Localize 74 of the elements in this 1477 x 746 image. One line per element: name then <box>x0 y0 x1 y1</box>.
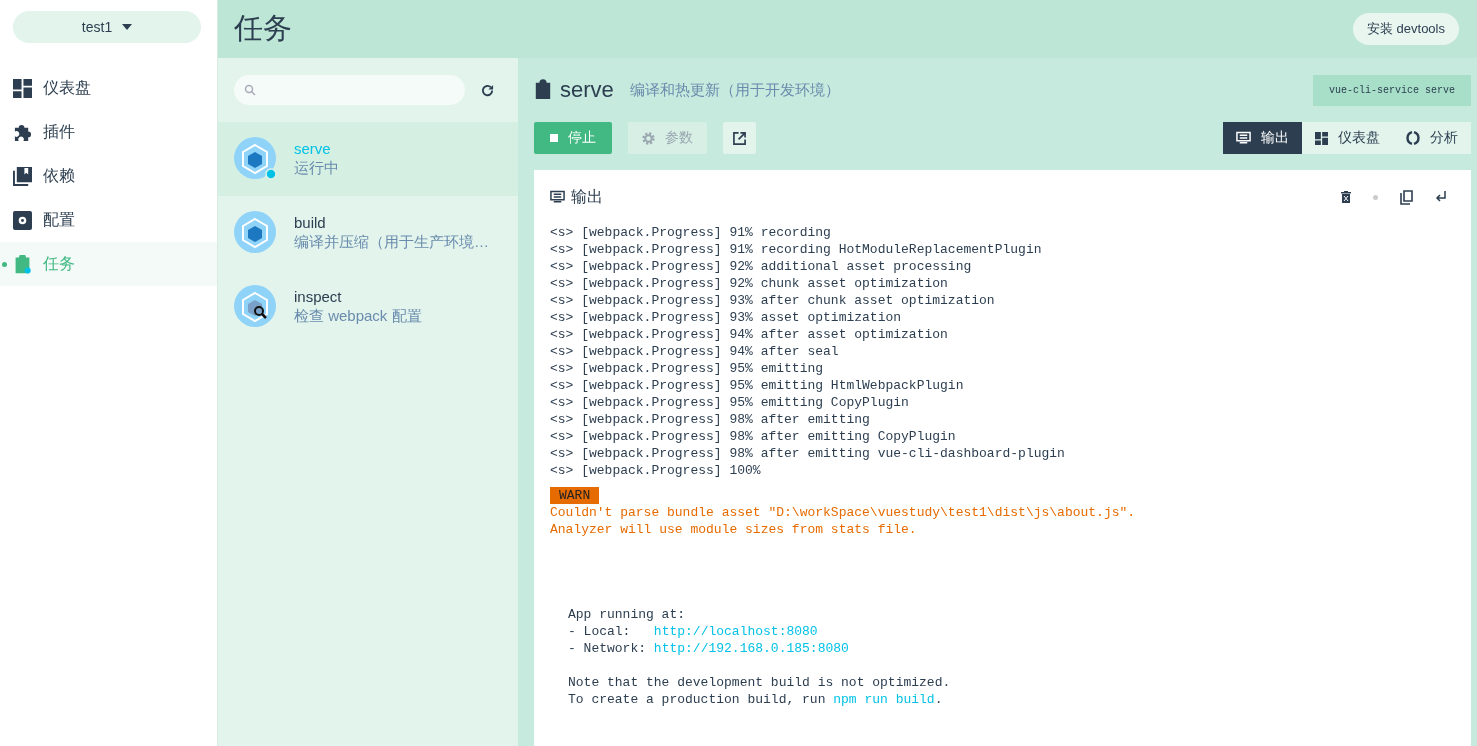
log-line: <s> [webpack.Progress] 91% recording HotModuleReplacementPlugin <box>550 241 1043 258</box>
nav-item[interactable]: 仪表盘 <box>0 66 217 110</box>
log-line: <s> [webpack.Progress] 100% <box>550 462 762 479</box>
enter-icon[interactable] <box>1435 191 1447 203</box>
task-title: serve <box>560 77 614 103</box>
external-link-icon <box>733 131 746 145</box>
search-icon <box>244 84 256 96</box>
log-line: <s> [webpack.Progress] 95% emitting <box>550 360 825 377</box>
log-line: <s> [webpack.Progress] 92% chunk asset optimization <box>550 275 949 292</box>
log-line: <s> [webpack.Progress] 92% additional asset processing <box>550 258 973 275</box>
cube-magnifier-icon <box>234 285 278 329</box>
task-name: inspect <box>294 288 343 305</box>
log-text: - Local: <box>568 624 632 639</box>
log-line: <s> [webpack.Progress] 95% emitting CopyPlugin <box>550 394 910 411</box>
warning-line: Couldn't parse bundle asset "D:\workSpace\vuestudy\test1\dist\js\about.js". <box>550 504 1137 521</box>
log-line: <s> [webpack.Progress] 94% after asset optimization <box>550 326 949 343</box>
caret-icon <box>122 24 133 30</box>
warn-badge: WARN <box>550 487 600 504</box>
search-field[interactable] <box>234 75 465 105</box>
task-description: 编译和热更新（用于开发环境） <box>629 80 840 100</box>
log-line: <s> [webpack.Progress] 98% after emitting <box>550 411 871 428</box>
nav-label: 插件 <box>43 121 75 142</box>
log-text: App running at: <box>568 607 686 622</box>
ring-icon <box>1406 131 1420 145</box>
cube-icon <box>234 137 278 181</box>
view-tab[interactable]: 分析 <box>1393 122 1471 154</box>
view-tab[interactable]: 仪表盘 <box>1302 122 1393 154</box>
task-item[interactable]: inspect 检查 webpack 配置 <box>218 270 518 344</box>
task-item[interactable]: build 编译并压缩（用于生产环境… <box>218 196 518 270</box>
log-text: To create a production build, run <box>568 692 827 707</box>
clipboard-icon <box>534 79 552 101</box>
log-line: <s> [webpack.Progress] 95% emitting HtmlWebpackPlugin <box>550 377 965 394</box>
log-text: - Network: <box>568 641 647 656</box>
nav-item[interactable]: 插件 <box>0 110 217 154</box>
nav-label: 依赖 <box>43 165 75 186</box>
nav-label: 配置 <box>43 209 75 230</box>
task-name: serve <box>294 140 332 157</box>
monitor-icon <box>550 190 565 204</box>
log-line: <s> [webpack.Progress] 98% after emitting vue-cli-dashboard-plugin <box>550 445 1066 462</box>
warning-line: Analyzer will use module sizes from stats file. <box>550 521 918 538</box>
task-description: 检查 webpack 配置 <box>294 307 422 326</box>
log-text: . <box>934 692 943 707</box>
dashboard-icon <box>13 78 32 98</box>
output-title: 输出 <box>571 186 603 207</box>
clipboard-icon <box>13 254 32 274</box>
monitor-icon <box>1236 131 1251 145</box>
cube-icon <box>234 211 278 255</box>
log-line: <s> [webpack.Progress] 91% recording <box>550 224 832 241</box>
nav-item[interactable]: 配置 <box>0 198 217 242</box>
project-selector[interactable]: test1 <box>13 11 201 43</box>
dashboard-icon <box>1315 131 1328 145</box>
puzzle-icon <box>13 122 32 142</box>
trash-icon[interactable] <box>1341 191 1351 203</box>
view-tab[interactable]: 输出 <box>1223 122 1302 154</box>
log-line: <s> [webpack.Progress] 98% after emitting CopyPlugin <box>550 428 957 445</box>
dot-icon <box>1373 194 1378 200</box>
open-external-button[interactable] <box>723 122 756 154</box>
task-description: 运行中 <box>294 159 339 178</box>
log-line: <s> [webpack.Progress] 94% after seal <box>550 343 840 360</box>
books-icon <box>13 166 32 186</box>
nav-item[interactable]: 依赖 <box>0 154 217 198</box>
log-line: <s> [webpack.Progress] 93% after chunk asset optimization <box>550 292 996 309</box>
page-title: 任务 <box>234 11 292 46</box>
task-description: 编译并压缩（用于生产环境… <box>294 233 489 252</box>
log-line: <s> [webpack.Progress] 93% asset optimization <box>550 309 903 326</box>
task-name: build <box>294 214 327 231</box>
nav-label: 任务 <box>43 253 75 274</box>
command-badge: vue-cli-service serve <box>1312 74 1471 106</box>
log-text: Note that the development build is not optimized. <box>568 675 951 690</box>
refresh-icon[interactable] <box>481 83 494 97</box>
install-devtools-button[interactable]: 安装 devtools <box>1352 13 1459 45</box>
stop-icon <box>550 134 558 142</box>
nav-label: 仪表盘 <box>43 77 91 98</box>
copy-icon[interactable] <box>1400 189 1413 205</box>
